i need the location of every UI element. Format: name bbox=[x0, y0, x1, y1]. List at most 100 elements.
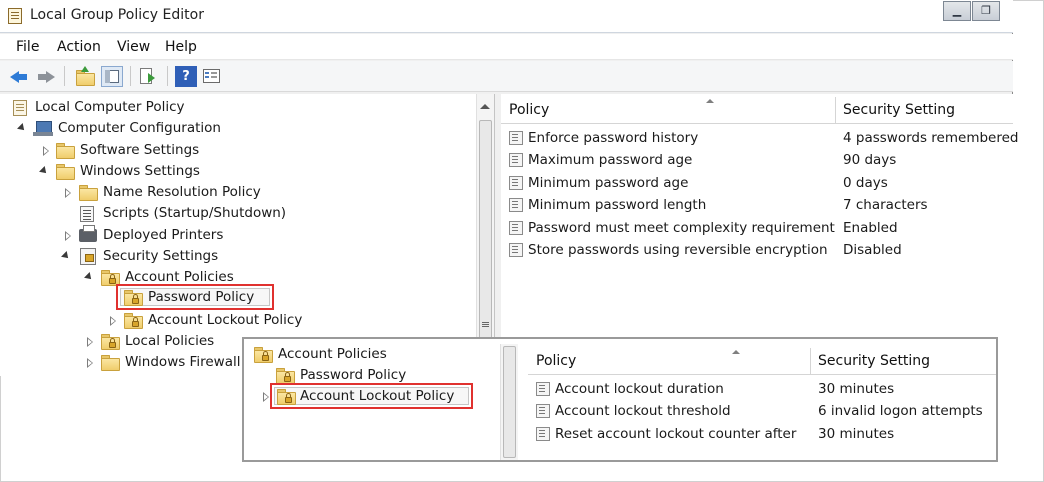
folder-icon bbox=[101, 355, 120, 371]
policy-value: 90 days bbox=[843, 152, 897, 168]
expand-open-icon[interactable] bbox=[39, 166, 49, 176]
lock-icon bbox=[284, 372, 291, 382]
folder-icon bbox=[56, 164, 75, 180]
policy-value: 6 invalid logon attempts bbox=[818, 403, 983, 419]
tree-item-label: Deployed Printers bbox=[103, 227, 224, 243]
expand-closed-icon[interactable] bbox=[87, 358, 94, 368]
tree-item-label: Scripts (Startup/Shutdown) bbox=[103, 205, 287, 221]
show-hide-tree-icon[interactable] bbox=[101, 66, 123, 87]
policy-name: Account lockout threshold bbox=[555, 403, 731, 419]
lock-icon bbox=[285, 393, 292, 403]
policy-icon bbox=[13, 100, 27, 116]
menu-view[interactable]: View bbox=[117, 39, 150, 55]
policy-value: 30 minutes bbox=[818, 426, 895, 442]
policy-value: 0 days bbox=[843, 175, 888, 191]
inset-tree-item-account-lockout-policy[interactable]: Account Lockout Policy bbox=[244, 386, 514, 407]
lock-icon bbox=[262, 351, 269, 361]
export-list-icon[interactable] bbox=[138, 66, 160, 87]
tree-item-label: Software Settings bbox=[80, 142, 200, 158]
list-row[interactable]: Reset account lockout counter after 30 m… bbox=[528, 423, 996, 445]
column-header-security-setting[interactable]: Security Setting bbox=[835, 97, 1013, 124]
tree-item-software-settings[interactable]: Software Settings bbox=[0, 140, 480, 161]
minimize-button[interactable]: ▁ bbox=[943, 1, 971, 21]
tree-item-label: Name Resolution Policy bbox=[103, 184, 261, 200]
policy-value: 7 characters bbox=[843, 197, 928, 213]
menu-action[interactable]: Action bbox=[57, 39, 101, 55]
expand-open-icon[interactable] bbox=[17, 123, 27, 133]
list-row[interactable]: Store passwords using reversible encrypt… bbox=[501, 239, 1013, 261]
tree-item-computer-configuration[interactable]: Computer Configuration bbox=[0, 118, 480, 139]
expand-closed-icon[interactable] bbox=[263, 392, 270, 402]
help-icon[interactable]: ? bbox=[175, 66, 197, 87]
list-pane: Policy Security Setting Enforce password… bbox=[501, 94, 1018, 376]
back-arrow-icon[interactable] bbox=[9, 66, 31, 87]
list-row[interactable]: Password must meet complexity requiremen… bbox=[501, 217, 1013, 239]
scrollbar-thumb[interactable] bbox=[503, 346, 516, 458]
policy-name: Enforce password history bbox=[528, 130, 699, 146]
inset-tree-item-account-policies[interactable]: Account Policies bbox=[244, 344, 514, 365]
list-row[interactable]: Minimum password length 7 characters bbox=[501, 194, 1013, 216]
inset-list-pane: Policy Security Setting Account lockout … bbox=[528, 339, 996, 460]
policy-name: Minimum password age bbox=[528, 175, 689, 191]
restore-button[interactable]: ❐ bbox=[972, 1, 1000, 21]
policy-value: 4 passwords remembered bbox=[843, 130, 1019, 146]
tree-item-label: Local Computer Policy bbox=[35, 99, 185, 115]
toolbar-separator bbox=[64, 66, 65, 86]
folder-icon bbox=[56, 143, 75, 159]
menu-help[interactable]: Help bbox=[165, 39, 197, 55]
lock-icon bbox=[132, 317, 139, 327]
tree-item-name-resolution-policy[interactable]: Name Resolution Policy bbox=[0, 182, 480, 203]
expand-closed-icon[interactable] bbox=[110, 316, 117, 326]
tree-item-password-policy[interactable]: Password Policy bbox=[0, 288, 480, 309]
grip-icon bbox=[482, 322, 489, 323]
tree-item-deployed-printers[interactable]: Deployed Printers bbox=[0, 225, 480, 246]
tree-item-security-settings[interactable]: Security Settings bbox=[0, 246, 480, 267]
tree-item-scripts[interactable]: Scripts (Startup/Shutdown) bbox=[0, 203, 480, 224]
expand-closed-icon[interactable] bbox=[65, 188, 72, 198]
policy-value: Disabled bbox=[843, 242, 902, 258]
tree-pane: Local Computer Policy Computer Configura… bbox=[0, 94, 495, 376]
policy-setting-icon bbox=[536, 382, 550, 396]
expand-closed-icon[interactable] bbox=[87, 337, 94, 347]
properties-icon[interactable] bbox=[201, 66, 223, 87]
computer-icon bbox=[33, 121, 53, 136]
menu-file[interactable]: File bbox=[16, 39, 39, 55]
lock-icon bbox=[109, 338, 116, 348]
policy-name: Store passwords using reversible encrypt… bbox=[528, 242, 828, 258]
inset-list-header: Policy Security Setting bbox=[528, 348, 996, 375]
toolbar-separator bbox=[167, 66, 168, 86]
policy-value: Enabled bbox=[843, 220, 898, 236]
tree-item-windows-settings[interactable]: Windows Settings bbox=[0, 161, 480, 182]
tree-item-label: Security Settings bbox=[103, 248, 219, 264]
expand-open-icon[interactable] bbox=[84, 272, 94, 282]
app-icon bbox=[8, 8, 22, 24]
tree-item-account-lockout-policy[interactable]: Account Lockout Policy bbox=[0, 310, 480, 331]
up-folder-icon[interactable] bbox=[74, 66, 96, 87]
policy-setting-icon bbox=[509, 153, 523, 167]
sort-ascending-icon bbox=[706, 99, 714, 103]
column-header-policy[interactable]: Policy bbox=[501, 97, 835, 124]
scroll-up-icon[interactable] bbox=[480, 104, 490, 109]
column-header-security-setting[interactable]: Security Setting bbox=[810, 348, 996, 375]
tree-item-label: Computer Configuration bbox=[58, 120, 221, 136]
column-header-policy[interactable]: Policy bbox=[528, 348, 810, 375]
policy-setting-icon bbox=[509, 131, 523, 145]
inset-tree-scrollbar[interactable] bbox=[500, 344, 518, 460]
security-icon bbox=[80, 248, 96, 265]
expand-closed-icon[interactable] bbox=[43, 146, 50, 156]
list-row[interactable]: Maximum password age 90 days bbox=[501, 149, 1013, 171]
list-row[interactable]: Account lockout duration 30 minutes bbox=[528, 378, 996, 400]
expand-open-icon[interactable] bbox=[61, 251, 71, 261]
folder-icon bbox=[79, 185, 98, 201]
forward-arrow-icon[interactable] bbox=[34, 66, 56, 87]
policy-name: Minimum password length bbox=[528, 197, 707, 213]
policy-setting-icon bbox=[509, 198, 523, 212]
list-row[interactable]: Account lockout threshold 6 invalid logo… bbox=[528, 400, 996, 422]
list-row[interactable]: Enforce password history 4 passwords rem… bbox=[501, 127, 1018, 149]
tree-scrollbar[interactable] bbox=[476, 94, 494, 376]
main-window: Local Group Policy Editor ▁ ❐ File Actio… bbox=[0, 0, 1018, 376]
tree-item-local-computer-policy[interactable]: Local Computer Policy bbox=[0, 97, 480, 118]
list-row[interactable]: Minimum password age 0 days bbox=[501, 172, 1013, 194]
inset-panel: Account Policies Password Policy Account… bbox=[242, 337, 998, 462]
expand-closed-icon[interactable] bbox=[65, 231, 72, 241]
